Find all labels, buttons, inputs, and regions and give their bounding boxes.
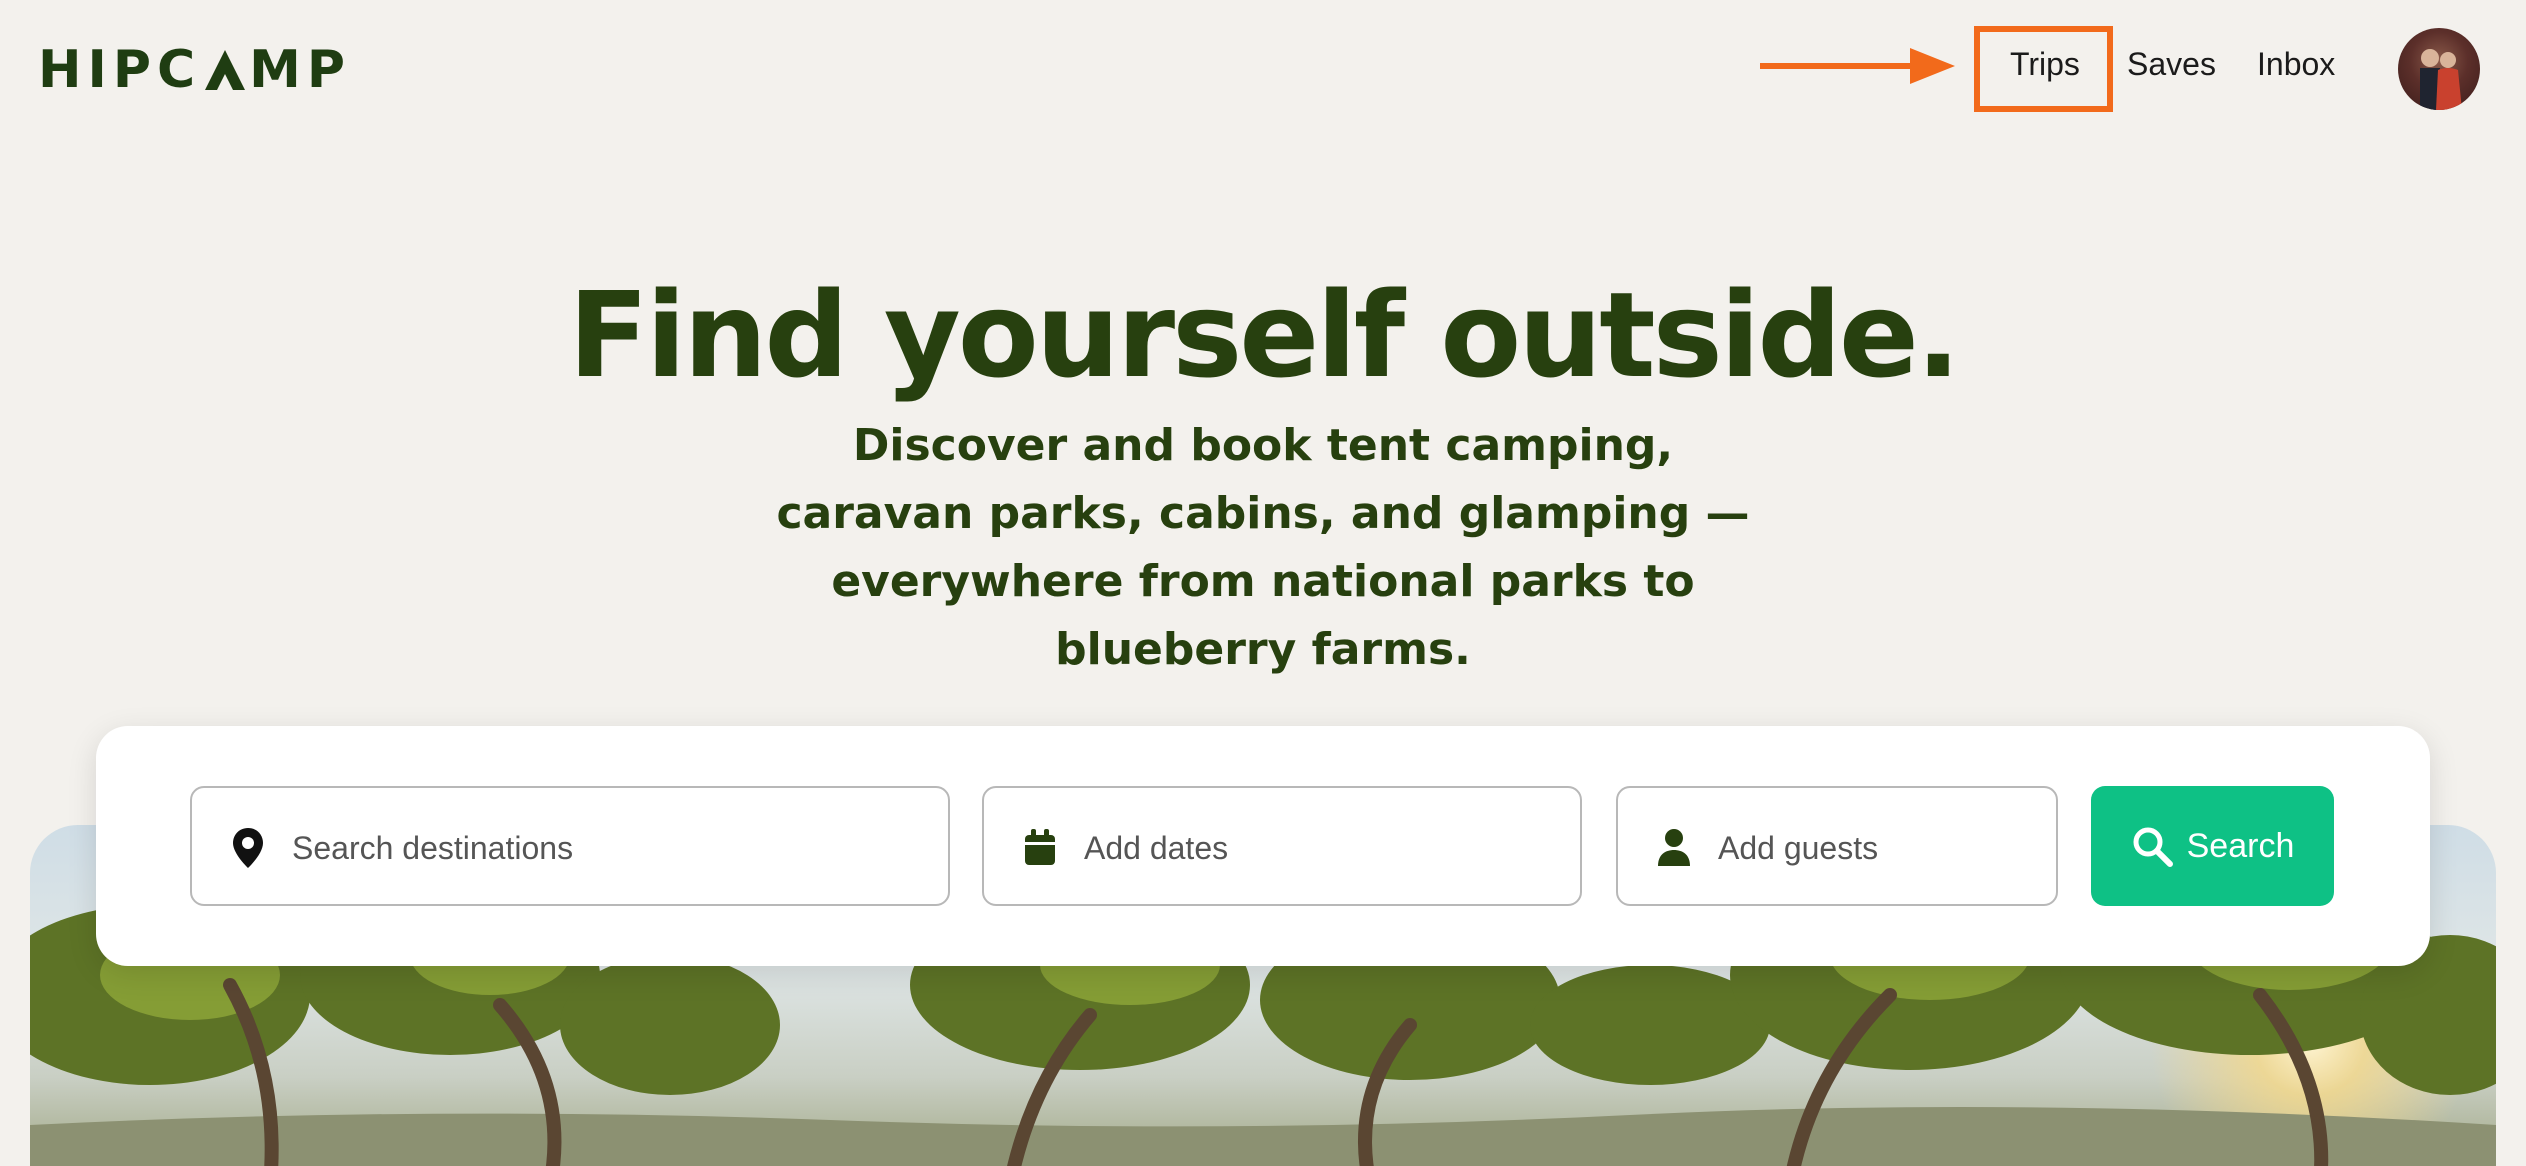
map-pin-icon	[233, 828, 263, 868]
tent-logo-icon	[205, 50, 246, 90]
guests-placeholder: Add guests	[1718, 830, 1879, 866]
hipcamp-logo[interactable]: HIPC MP	[38, 40, 351, 100]
nav-inbox[interactable]: Inbox	[2257, 46, 2335, 83]
nav-saves[interactable]: Saves	[2127, 46, 2216, 83]
guests-field[interactable]: Add guests	[1616, 786, 2058, 906]
destination-placeholder: Search destinations	[292, 830, 574, 866]
dates-field[interactable]: Add dates	[982, 786, 1582, 906]
magnifier-icon	[2133, 827, 2173, 867]
destination-search-field[interactable]: Search destinations	[190, 786, 950, 906]
hero-title: Find yourself outside.	[568, 266, 1960, 404]
dates-placeholder: Add dates	[1084, 830, 1229, 866]
user-avatar[interactable]	[2398, 28, 2480, 110]
nav-trips[interactable]: Trips	[2010, 46, 2080, 83]
search-card: Search destinations Add dates Add guests…	[96, 726, 2430, 966]
search-button-label: Search	[2186, 826, 2295, 865]
calendar-icon	[1025, 829, 1055, 865]
search-button[interactable]: Search	[2091, 786, 2334, 906]
annotation-arrow	[1760, 48, 1955, 84]
hero-subtitle: Discover and book tent camping, caravan …	[776, 420, 1750, 675]
person-icon	[1658, 829, 1690, 866]
